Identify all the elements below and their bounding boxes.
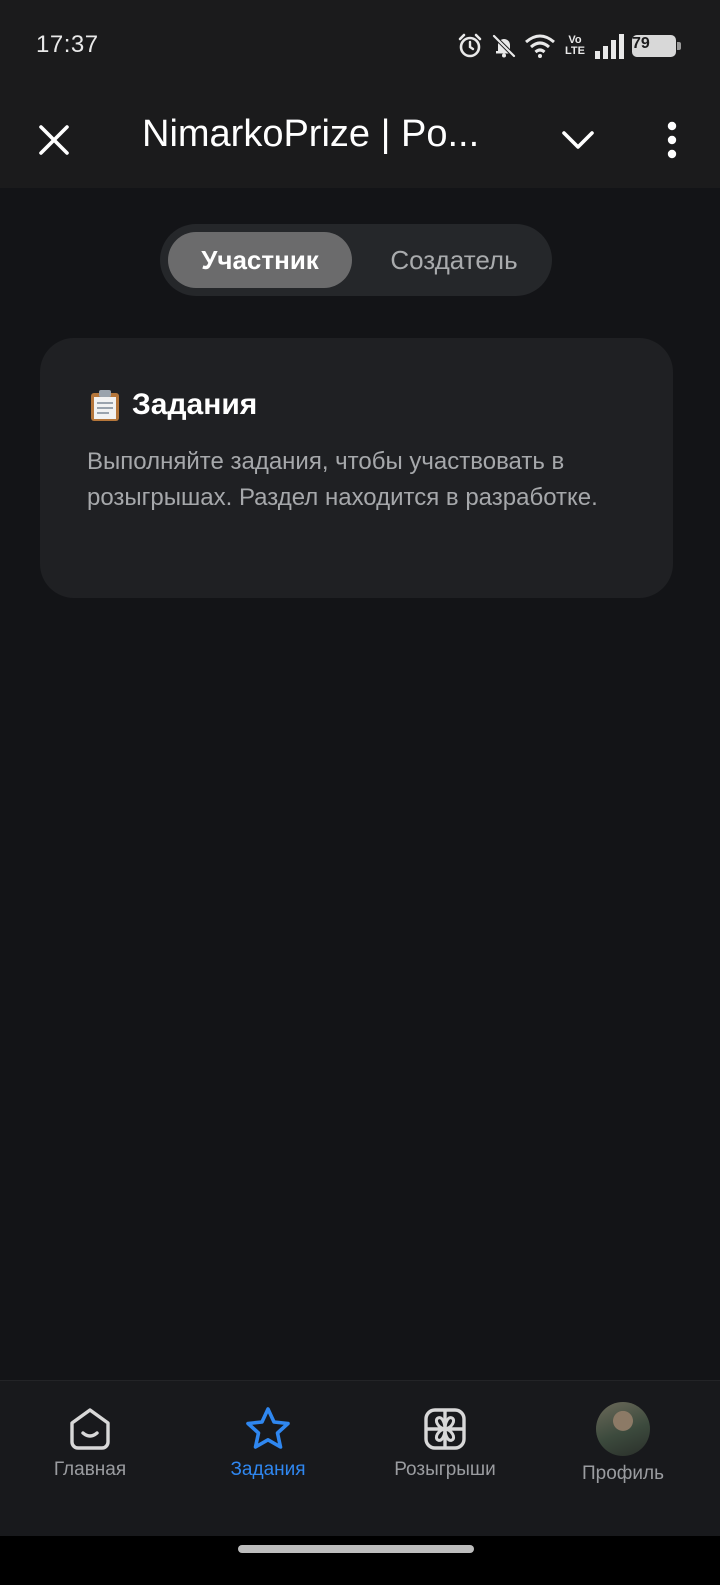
- chevron-down-icon: [562, 131, 594, 149]
- nav-item-profile[interactable]: Профиль: [533, 1381, 713, 1537]
- battery-level: 79: [632, 35, 650, 52]
- app-header: NimarkoPrize | Po...: [0, 92, 720, 188]
- card-description: Выполняйте задания, чтобы участвовать в …: [87, 448, 598, 511]
- signal-icon: [595, 34, 624, 59]
- nav-item-giveaways[interactable]: Розыгрыши: [355, 1381, 535, 1537]
- nav-label-profile: Профиль: [581, 1463, 665, 1484]
- app-screen: 17:37 Vo LTE 79 NimarkoPrize | Po... Уча…: [0, 0, 720, 1585]
- volte-bottom: LTE: [565, 45, 585, 57]
- home-indicator[interactable]: [238, 1545, 474, 1553]
- nav-label-giveaways: Розыгрыши: [394, 1459, 496, 1480]
- alarm-icon: [458, 33, 482, 58]
- collapse-button[interactable]: [546, 92, 610, 188]
- wifi-icon: [525, 34, 555, 58]
- battery-icon: 79: [632, 35, 681, 57]
- segment-participant[interactable]: Участник: [168, 232, 352, 288]
- close-button[interactable]: [22, 92, 86, 188]
- nav-label-home: Главная: [53, 1459, 127, 1480]
- tasks-card: Задания Выполняйте задания, чтобы участв…: [40, 338, 673, 598]
- nav-label-tasks: Задания: [230, 1459, 306, 1480]
- more-vertical-icon: [667, 121, 677, 159]
- system-nav-bar: [0, 1536, 720, 1585]
- card-title: Задания: [88, 388, 257, 422]
- clipboard-icon: [91, 390, 119, 421]
- more-menu-button[interactable]: [640, 92, 704, 188]
- bell-off-icon: [492, 34, 516, 58]
- star-icon: [246, 1407, 290, 1449]
- status-icons: Vo LTE 79: [456, 30, 681, 62]
- close-icon: [39, 125, 69, 155]
- nav-item-home[interactable]: Главная: [0, 1381, 180, 1537]
- role-segmented-control: Участник Создатель: [160, 224, 552, 296]
- avatar: [596, 1402, 650, 1456]
- bottom-navigation: Главная Задания Розыгрыши Профиль: [0, 1380, 720, 1536]
- gift-icon: [424, 1408, 466, 1450]
- status-time: 17:37: [36, 31, 99, 58]
- segment-creator[interactable]: Создатель: [364, 232, 544, 288]
- status-bar: 17:37 Vo LTE 79: [0, 0, 720, 92]
- card-title-text: Задания: [132, 388, 258, 421]
- nav-item-tasks[interactable]: Задания: [178, 1381, 358, 1537]
- volte-icon: Vo LTE: [562, 35, 588, 57]
- page-title: NimarkoPrize | Po...: [142, 113, 480, 155]
- home-icon: [70, 1408, 110, 1450]
